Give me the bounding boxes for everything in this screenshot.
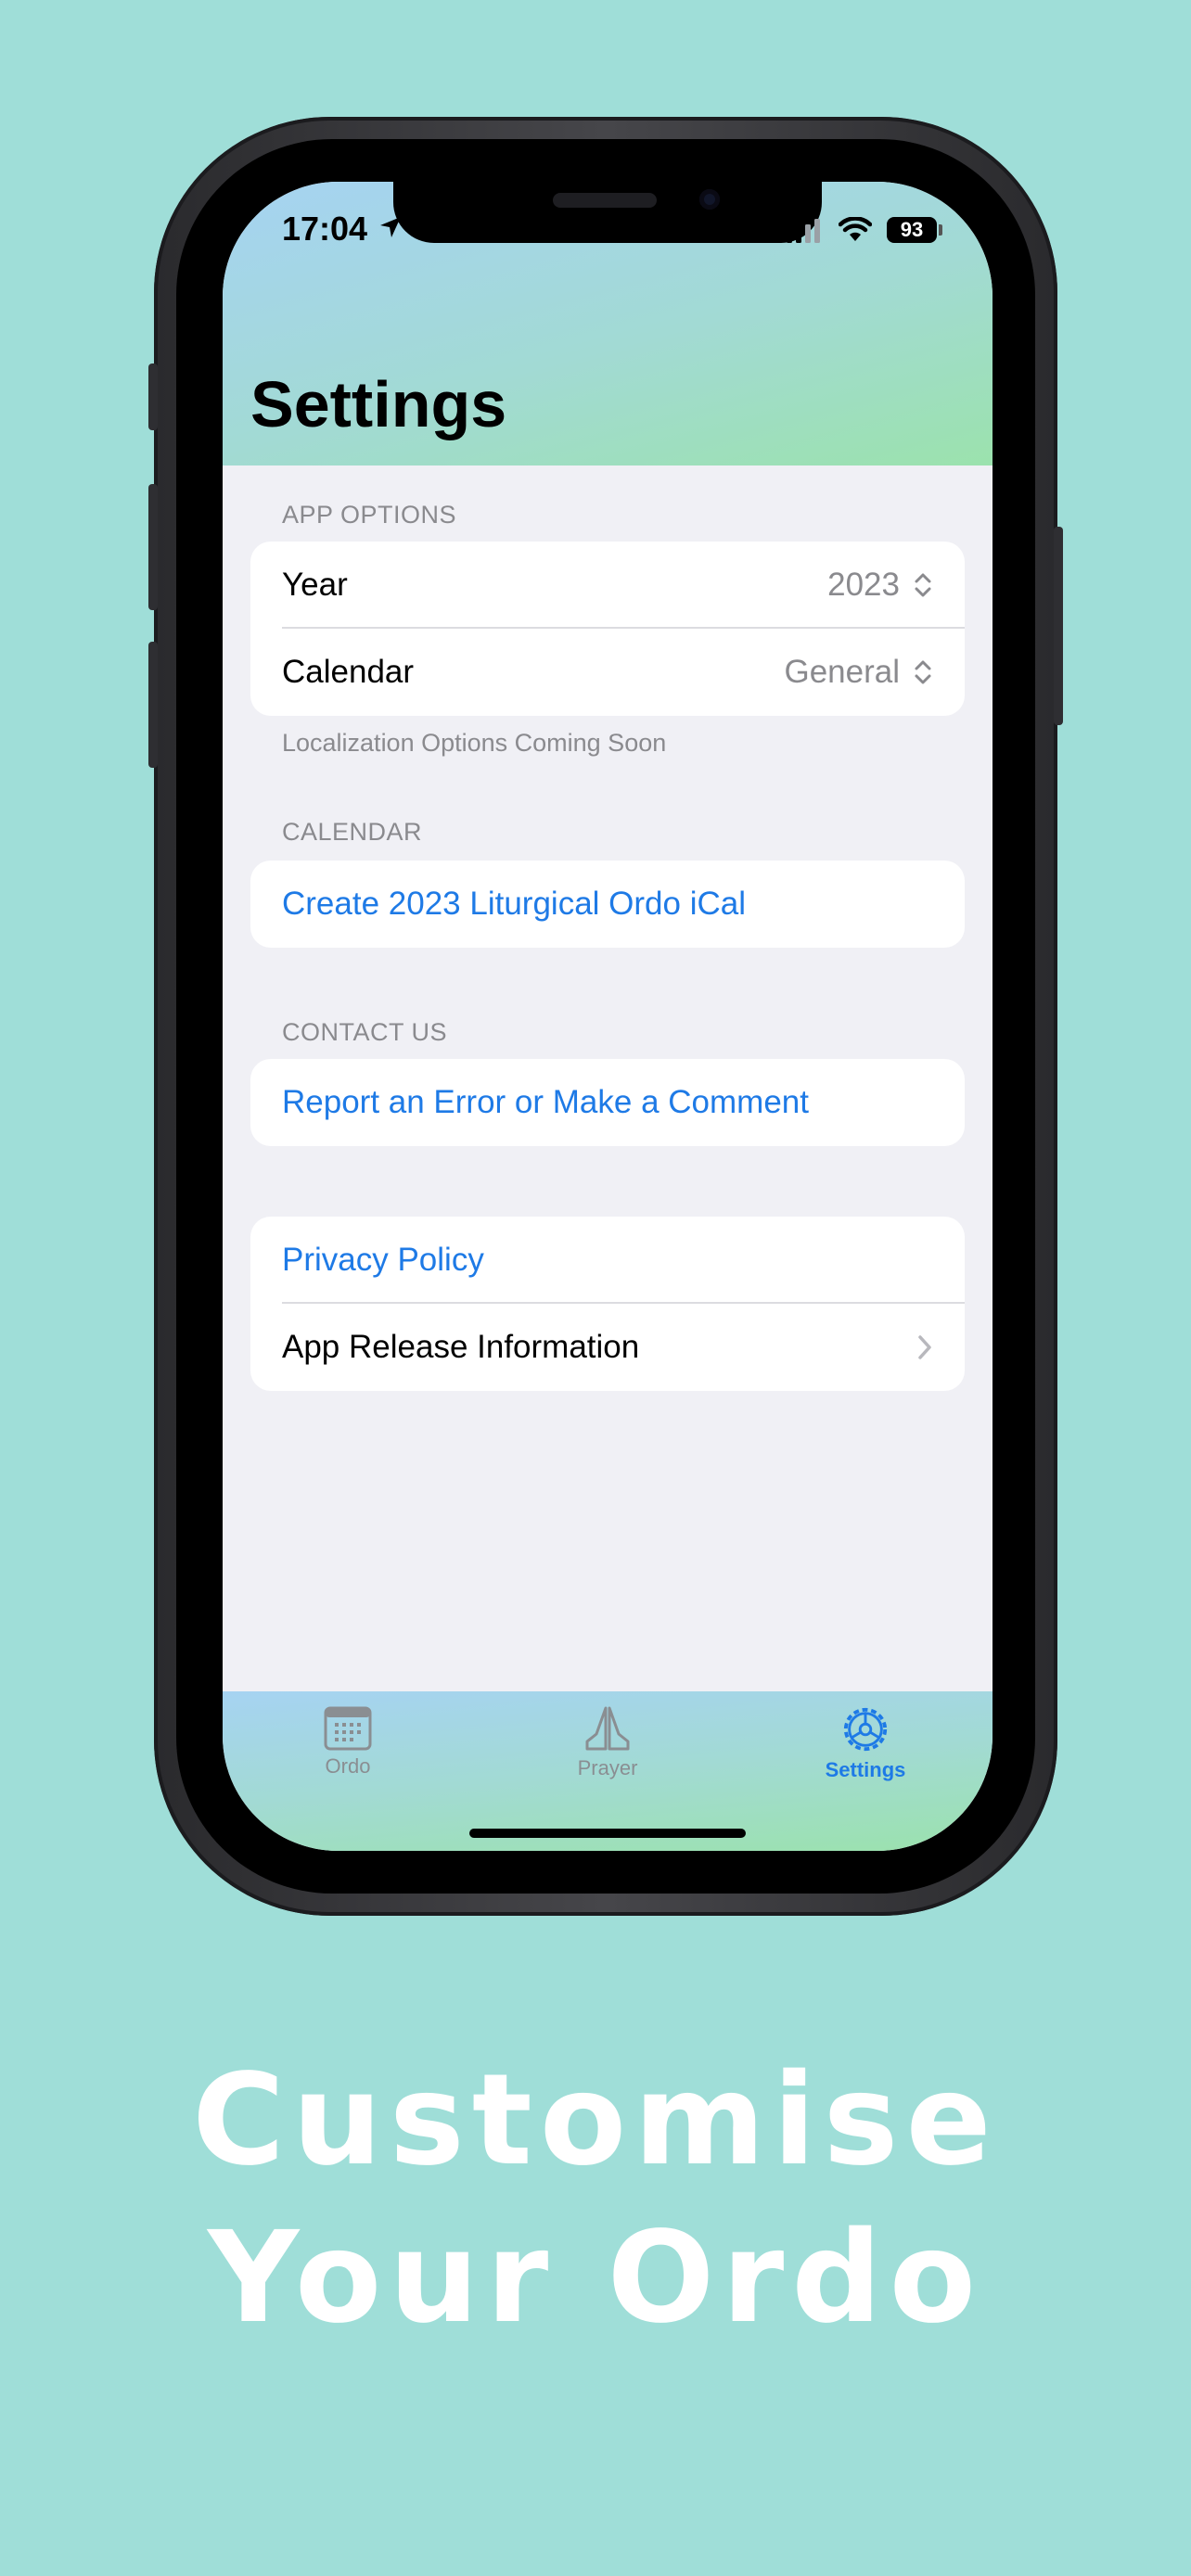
gear-icon [843,1707,888,1752]
calendar-picker-row[interactable]: Calendar General [250,629,965,716]
wifi-icon [839,217,872,241]
privacy-policy-button[interactable]: Privacy Policy [250,1217,965,1304]
year-value: 2023 [827,567,900,603]
home-indicator [469,1829,746,1838]
section-header-contact-us: CONTACT US [282,1018,448,1046]
tagline-line-1: Customise [192,2047,999,2194]
notch [393,182,822,243]
app-options-card: Year 2023 Calendar General [250,542,965,716]
calendar-icon [324,1706,372,1751]
silent-switch [148,363,158,430]
tagline-line-2: Your Ordo [207,2205,984,2352]
battery-indicator: 93 [887,217,937,243]
location-arrow-icon [380,217,401,237]
navigation-header: 17:04 93 Settings [223,182,992,465]
contact-card: Report an Error or Make a Comment [250,1059,965,1146]
report-error-label: Report an Error or Make a Comment [282,1084,809,1120]
cellular-signal-icon [787,219,820,243]
calendar-value: General [784,654,900,690]
tab-prayer-label: Prayer [577,1756,638,1779]
year-label: Year [282,567,348,603]
tab-bar: Ordo Prayer Settings [223,1691,992,1851]
create-ical-label: Create 2023 Liturgical Ordo iCal [282,886,746,922]
tab-prayer[interactable]: Prayer [524,1704,691,1780]
chevron-right-icon [918,1335,931,1359]
app-release-info-label: App Release Information [282,1329,640,1365]
status-time: 17:04 [282,210,368,248]
calendar-label: Calendar [282,654,415,690]
year-picker-row[interactable]: Year 2023 [250,542,965,629]
localization-footer-note: Localization Options Coming Soon [282,729,667,757]
tab-settings-label: Settings [825,1758,906,1781]
create-ical-button[interactable]: Create 2023 Liturgical Ordo iCal [250,861,965,948]
tab-settings[interactable]: Settings [782,1704,949,1782]
chevron-up-down-icon [915,573,931,597]
about-card: Privacy Policy App Release Information [250,1217,965,1391]
app-release-info-row[interactable]: App Release Information [250,1304,965,1391]
praying-hands-icon [585,1706,630,1751]
tab-ordo[interactable]: Ordo [264,1704,431,1779]
volume-up-button [148,484,158,610]
volume-down-button [148,642,158,768]
section-header-app-options: APP OPTIONS [282,501,457,529]
battery-tip [939,224,942,236]
section-header-calendar: CALENDAR [282,818,423,846]
report-error-button[interactable]: Report an Error or Make a Comment [250,1059,965,1146]
calendar-card: Create 2023 Liturgical Ordo iCal [250,861,965,948]
front-camera [699,189,720,210]
tab-ordo-label: Ordo [325,1754,371,1778]
privacy-policy-label: Privacy Policy [282,1242,484,1278]
speaker-grille [553,193,657,208]
chevron-up-down-icon [915,660,931,684]
page-title: Settings [250,368,507,440]
app-screen: 17:04 93 Settings APP OPTIONS Year 2023 [223,182,992,1851]
power-button [1054,527,1063,725]
